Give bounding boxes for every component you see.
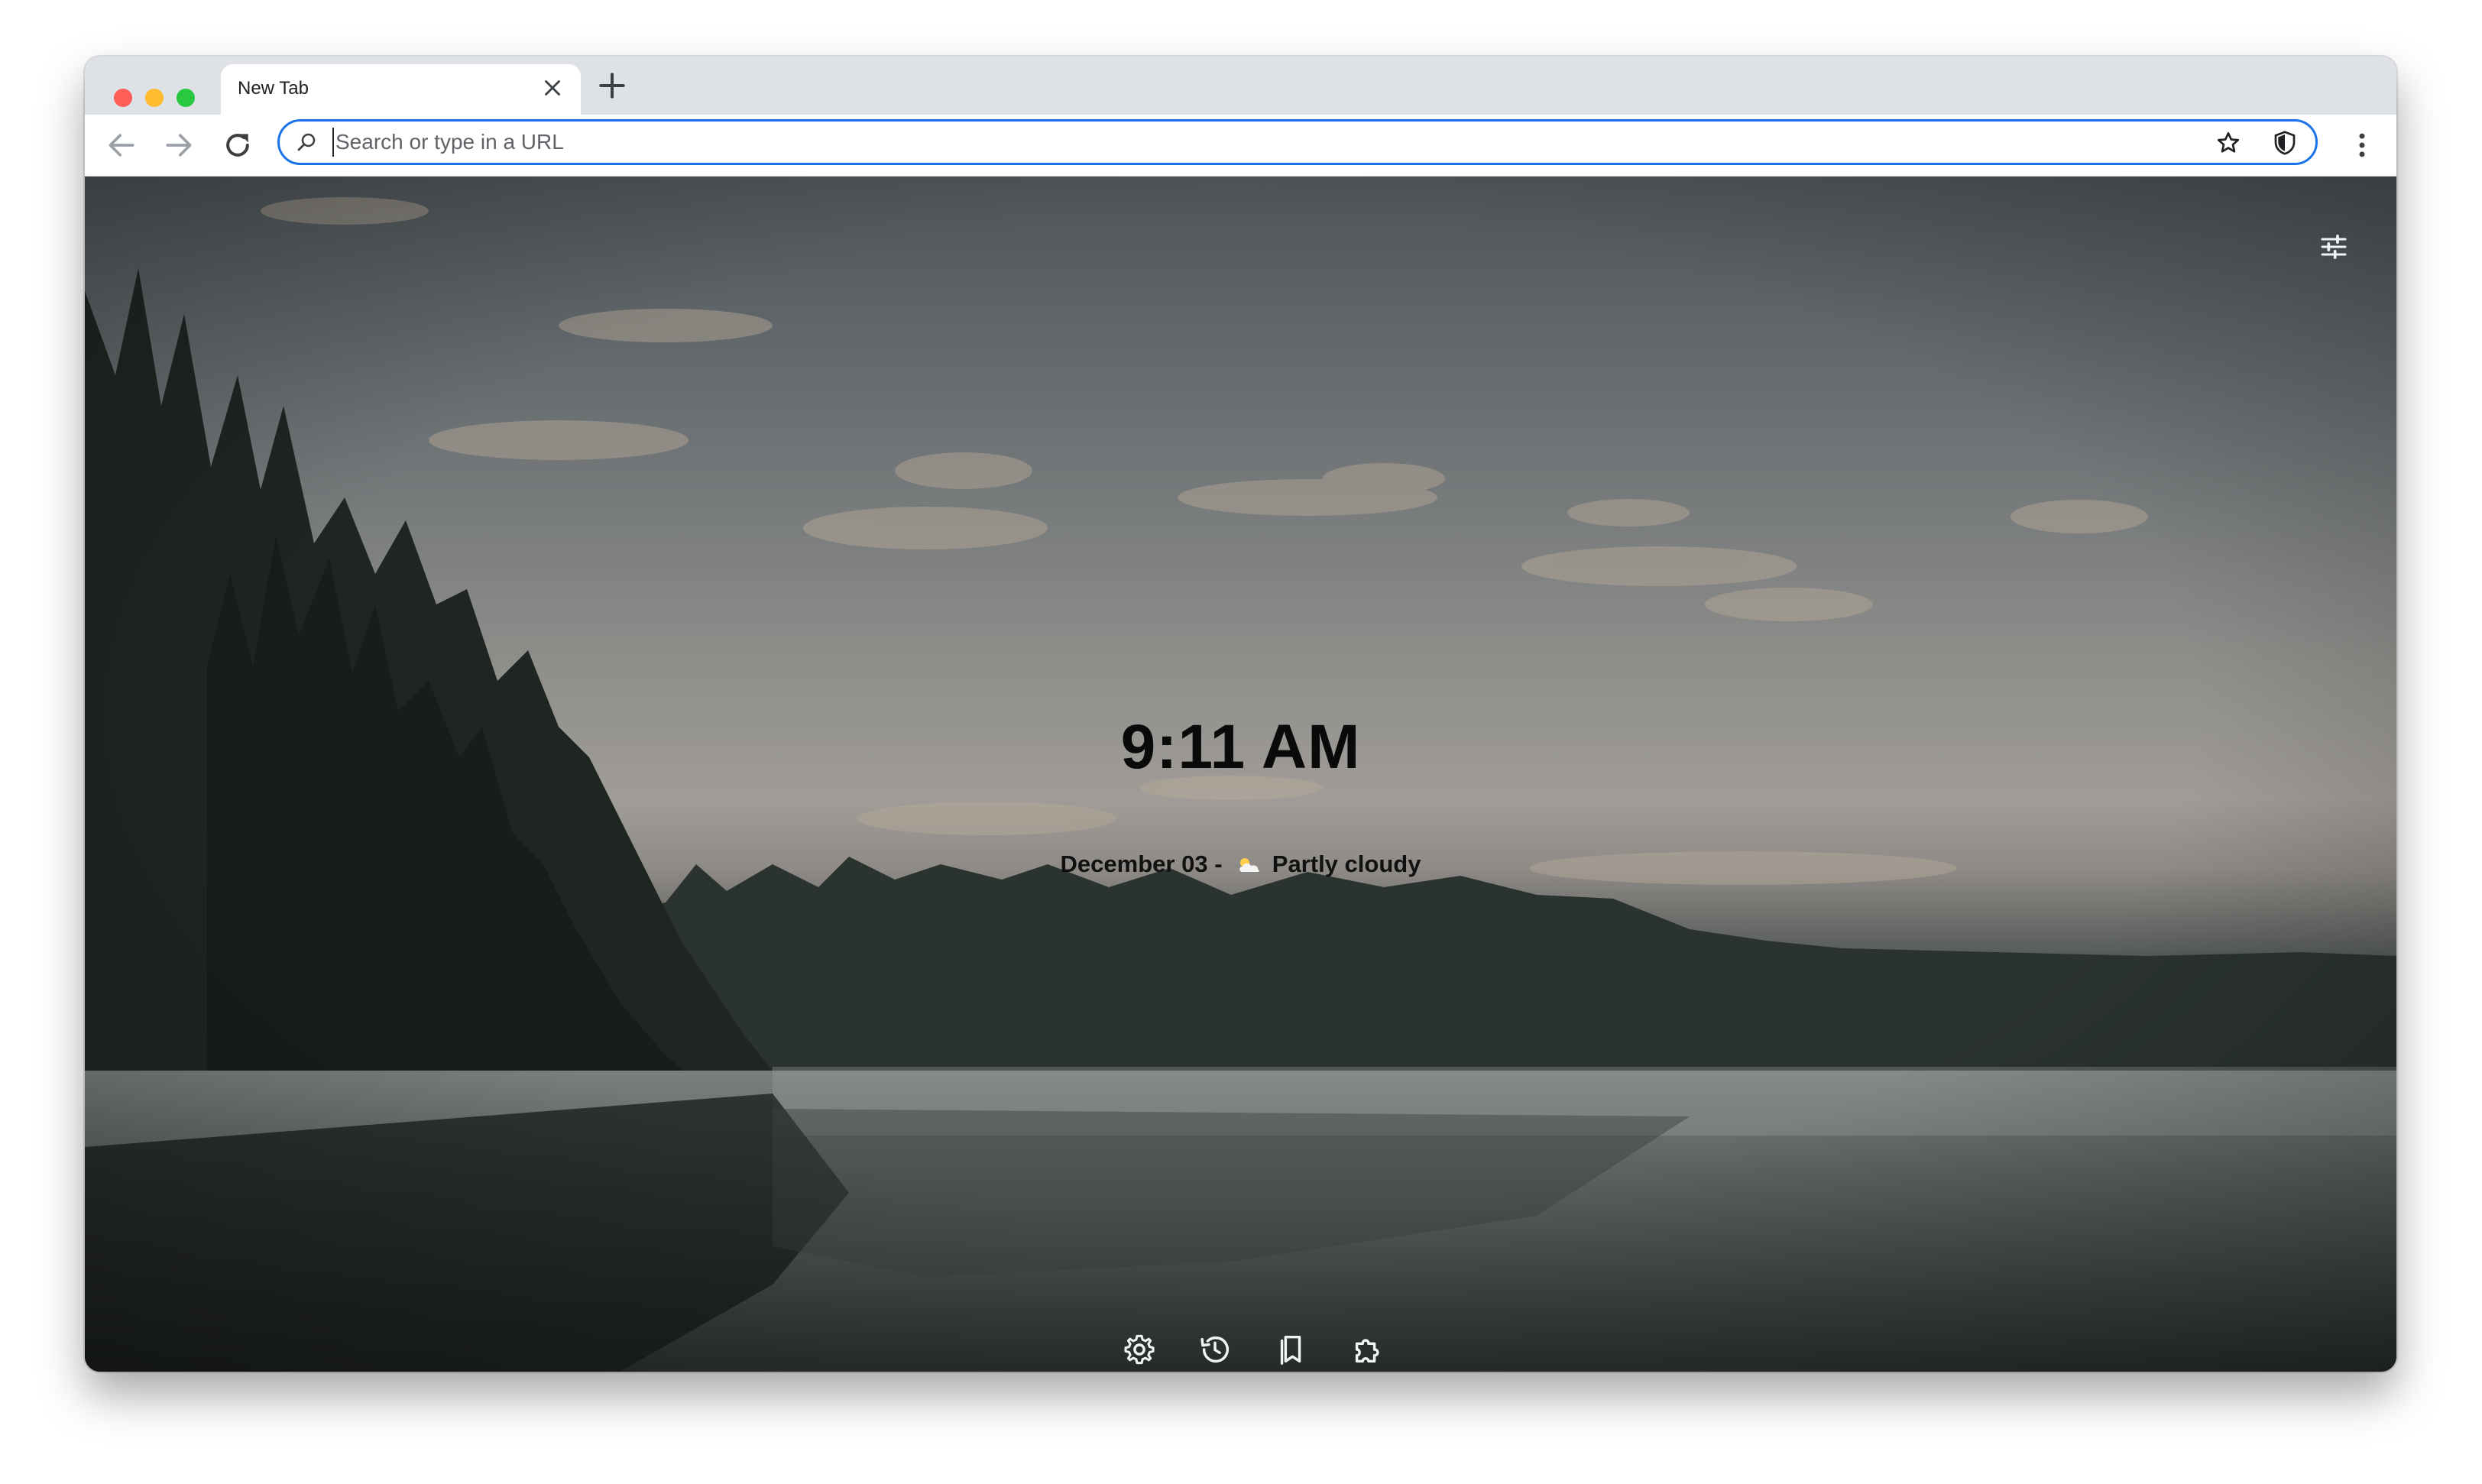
clock-time: 9:11 AM — [1120, 712, 1361, 782]
tab-new-tab[interactable]: New Tab — [221, 64, 581, 115]
date-text: December 03 — [1060, 851, 1208, 877]
shield-icon[interactable] — [2271, 129, 2299, 157]
new-tab-page: 9:11 AM December 03 - Partly cloudy — [85, 177, 2396, 1372]
back-arrow-icon[interactable] — [105, 128, 138, 162]
date-separator: - — [1214, 851, 1223, 877]
forward-arrow-icon[interactable] — [162, 128, 196, 162]
address-input[interactable] — [332, 128, 2093, 157]
bookmarks-icon[interactable] — [1274, 1332, 1309, 1367]
browser-toolbar — [85, 115, 2396, 177]
address-bar[interactable] — [277, 119, 2318, 165]
browser-window: New Tab Search or type in a URL 9:11 AM … — [85, 57, 2396, 1372]
sliders-icon[interactable] — [2318, 232, 2349, 262]
partly-cloudy-icon — [1236, 852, 1262, 872]
extensions-puzzle-icon[interactable] — [1350, 1332, 1385, 1367]
new-tab-button[interactable] — [595, 69, 629, 102]
close-tab-icon[interactable] — [539, 75, 565, 101]
settings-gear-icon[interactable] — [1122, 1332, 1157, 1367]
tab-strip: New Tab — [85, 57, 2396, 115]
search-icon — [295, 131, 318, 154]
bookmark-star-icon[interactable] — [2215, 129, 2242, 157]
reload-icon[interactable] — [221, 128, 254, 162]
close-window-button[interactable] — [114, 89, 132, 107]
more-menu-icon[interactable] — [2345, 128, 2379, 162]
date-weather: December 03 - Partly cloudy — [85, 851, 2396, 878]
history-icon[interactable] — [1197, 1332, 1233, 1367]
weather-text: Partly cloudy — [1272, 851, 1421, 877]
zoom-window-button[interactable] — [177, 89, 195, 107]
tab-title: New Tab — [238, 78, 309, 99]
minimize-window-button[interactable] — [145, 89, 164, 107]
